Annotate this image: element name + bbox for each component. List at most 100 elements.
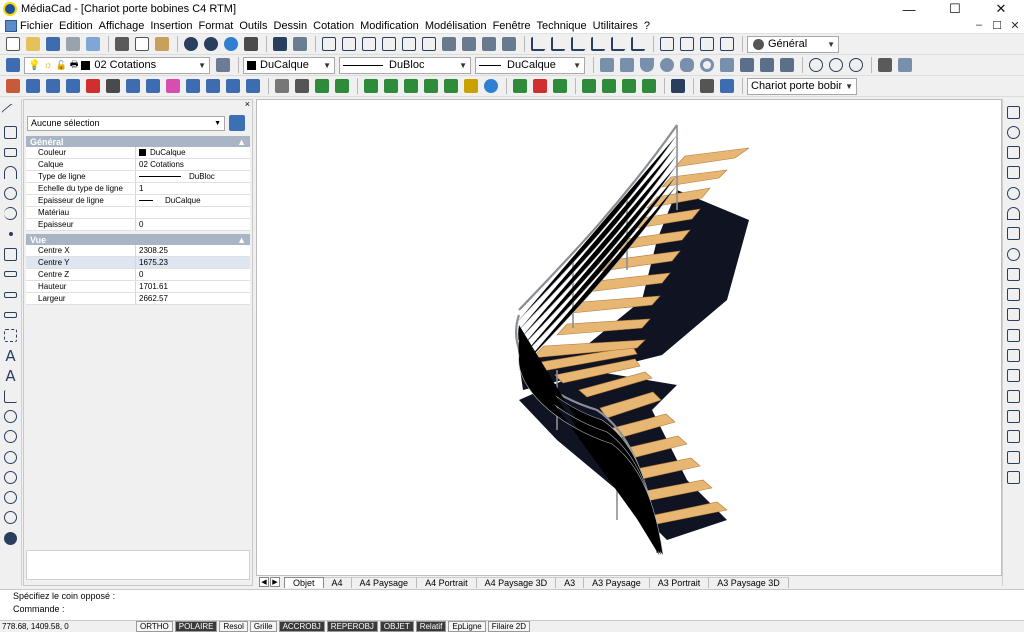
layers-icon[interactable] <box>4 56 22 74</box>
menu-affichage[interactable]: Affichage <box>99 20 151 32</box>
tab-a4-paysage-3d[interactable]: A4 Paysage 3D <box>476 576 557 588</box>
join-icon[interactable] <box>1005 448 1023 466</box>
prop-row[interactable]: Largeur 2662.57 <box>26 293 250 305</box>
iso-nw-icon[interactable] <box>500 35 518 53</box>
minimize-button[interactable]: — <box>886 0 932 18</box>
tool-14-icon[interactable] <box>273 77 291 95</box>
text-icon[interactable]: A <box>2 367 20 385</box>
pyramid-icon[interactable] <box>718 56 736 74</box>
menu-edition[interactable]: Edition <box>59 20 99 32</box>
trim-icon[interactable] <box>1005 306 1023 324</box>
tab-objet[interactable]: Objet <box>284 576 324 588</box>
quick-select-icon[interactable] <box>229 115 245 131</box>
view-bottom-icon[interactable] <box>420 35 438 53</box>
status-accrobj[interactable]: ACCROBJ <box>278 621 325 632</box>
erase-icon[interactable] <box>1005 103 1023 121</box>
intersect-icon[interactable] <box>847 56 865 74</box>
pencil-icon[interactable] <box>242 35 260 53</box>
tool-30-icon[interactable] <box>640 77 658 95</box>
status-filaire-2d[interactable]: Filaire 2D <box>487 621 530 632</box>
break-icon[interactable] <box>1005 347 1023 365</box>
tab-a4-paysage[interactable]: A4 Paysage <box>351 576 418 588</box>
iso-ne-icon[interactable] <box>480 35 498 53</box>
undo-icon[interactable] <box>182 35 200 53</box>
linetype-combo[interactable]: DuBloc ▼ <box>339 56 471 74</box>
help-icon[interactable] <box>482 77 500 95</box>
sweep-icon[interactable] <box>778 56 796 74</box>
extend-icon[interactable] <box>1005 326 1023 344</box>
zoom-window-icon[interactable] <box>2 428 20 446</box>
pan-realtime-icon[interactable] <box>2 529 20 547</box>
prop-row[interactable]: Hauteur 1701.61 <box>26 281 250 293</box>
tool-1-icon[interactable] <box>4 77 22 95</box>
layer-combo[interactable]: 💡 ☼ 🔓 🖶 02 Cotations ▼ <box>24 56 210 74</box>
tool-24-icon[interactable] <box>511 77 529 95</box>
hatch-icon[interactable] <box>2 245 20 263</box>
menu-fenetre[interactable]: Fenêtre <box>493 20 537 32</box>
prop-row[interactable]: Matériau <box>26 207 250 219</box>
tool-15-icon[interactable] <box>293 77 311 95</box>
line-icon[interactable] <box>1 102 20 122</box>
command-window[interactable]: Spécifiez le coin opposé : Commande : <box>0 589 1024 620</box>
preview-icon[interactable] <box>84 35 102 53</box>
drawing-viewport[interactable] <box>256 99 1002 576</box>
tab-a4-portrait[interactable]: A4 Portrait <box>417 576 477 588</box>
cloud-icon[interactable] <box>1005 204 1023 222</box>
bim-icon[interactable] <box>669 77 687 95</box>
menu-help[interactable]: ? <box>644 20 656 32</box>
prop-row[interactable]: Centre Z 0 <box>26 269 250 281</box>
ucs-3point-icon[interactable] <box>629 35 647 53</box>
view-back-icon[interactable] <box>400 35 418 53</box>
menu-dessin[interactable]: Dessin <box>274 20 314 32</box>
doc-restore-button[interactable]: ☐ <box>988 19 1006 32</box>
subtract-icon[interactable] <box>827 56 845 74</box>
tab-a4[interactable]: A4 <box>323 576 352 588</box>
tool-18-icon[interactable] <box>362 77 380 95</box>
menu-utilitaires[interactable]: Utilitaires <box>593 20 644 32</box>
block-combo[interactable]: Chariot porte bobines ▼ <box>747 77 857 95</box>
doc-minimize-button[interactable]: – <box>970 19 988 32</box>
circle-icon[interactable] <box>2 184 20 202</box>
scale-icon[interactable] <box>1005 265 1023 283</box>
prop-row[interactable]: Couleur DuCalque <box>26 147 250 159</box>
tool-19-icon[interactable] <box>382 77 400 95</box>
rectangle-icon[interactable] <box>2 144 20 162</box>
stretch-icon[interactable] <box>1005 286 1023 304</box>
zoom-icon[interactable] <box>2 407 20 425</box>
move-icon[interactable] <box>1005 225 1023 243</box>
region-icon[interactable] <box>2 326 20 344</box>
zoom-out-icon[interactable] <box>2 489 20 507</box>
explode-icon[interactable] <box>1005 407 1023 425</box>
sphere-icon[interactable] <box>658 56 676 74</box>
properties-icon[interactable] <box>1005 468 1023 486</box>
tool-26-icon[interactable] <box>551 77 569 95</box>
match-icon[interactable] <box>291 35 309 53</box>
section-icon[interactable] <box>896 56 914 74</box>
open-icon[interactable] <box>24 35 42 53</box>
wedge-icon[interactable] <box>618 56 636 74</box>
tool-25-icon[interactable] <box>531 77 549 95</box>
offset-icon[interactable] <box>1005 184 1023 202</box>
globe-icon[interactable] <box>222 35 240 53</box>
tool-6-icon[interactable] <box>104 77 122 95</box>
tool-29-icon[interactable] <box>620 77 638 95</box>
menu-fichier[interactable]: Fichier <box>20 20 59 32</box>
status-polaire[interactable]: POLAIRE <box>174 621 218 632</box>
tool-2-icon[interactable] <box>24 77 42 95</box>
menu-cotation[interactable]: Cotation <box>313 20 360 32</box>
tool-17-icon[interactable] <box>333 77 351 95</box>
status-resol[interactable]: Resol <box>219 621 248 632</box>
ucs-zrot-icon[interactable] <box>698 35 716 53</box>
tool-5-icon[interactable] <box>84 77 102 95</box>
section-vue-header[interactable]: Vue ▲ <box>26 234 250 245</box>
tool-3-icon[interactable] <box>44 77 62 95</box>
tool-7-icon[interactable] <box>124 77 142 95</box>
tab-a3-portrait[interactable]: A3 Portrait <box>649 576 710 588</box>
tool-20-icon[interactable] <box>402 77 420 95</box>
edit-icon[interactable] <box>1005 428 1023 446</box>
mirror-icon[interactable] <box>1005 164 1023 182</box>
array-icon[interactable] <box>1005 144 1023 162</box>
tool-8-icon[interactable] <box>144 77 162 95</box>
extrude-icon[interactable] <box>738 56 756 74</box>
tool-16-icon[interactable] <box>313 77 331 95</box>
